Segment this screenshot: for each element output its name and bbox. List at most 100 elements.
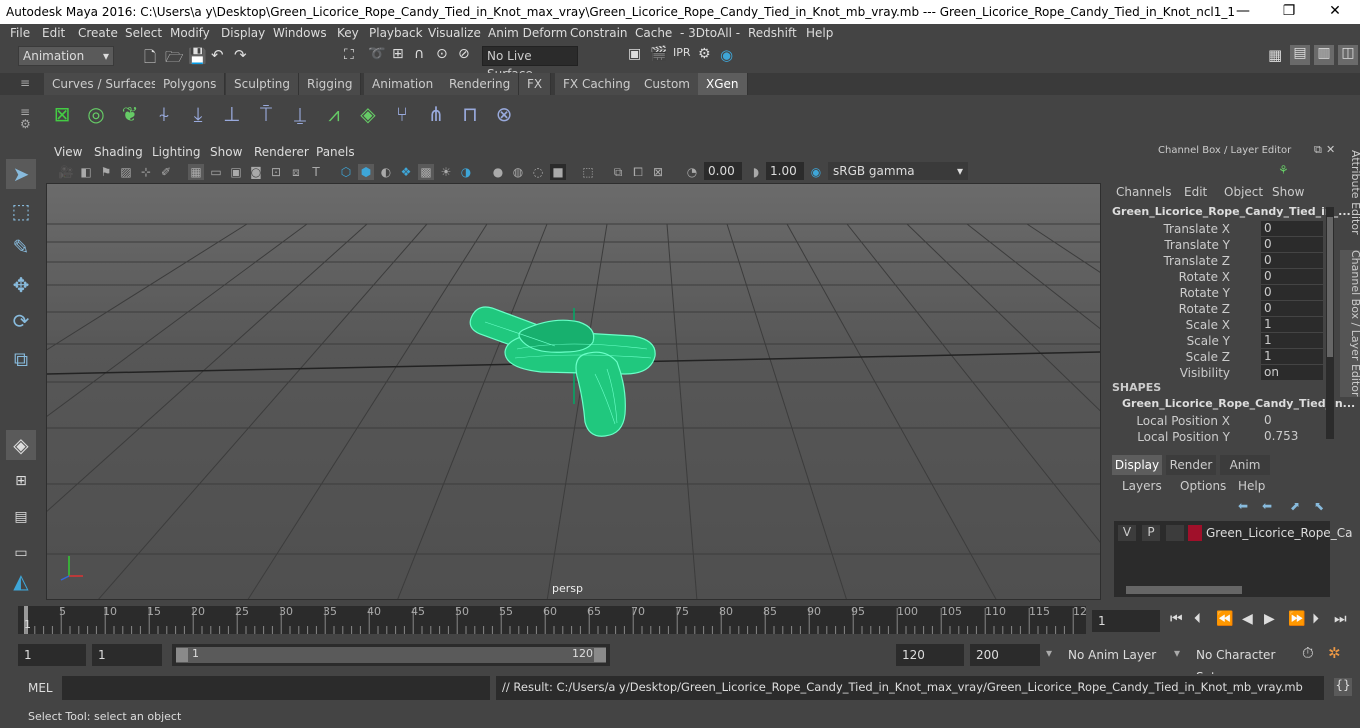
menu-anim-deform[interactable]: Anim Deform (488, 26, 567, 40)
lighting-icon[interactable]: ☀ (438, 164, 454, 180)
tab-polygons[interactable]: Polygons (155, 73, 226, 95)
vp-menu-renderer[interactable]: Renderer (254, 145, 309, 159)
anti-alias-icon[interactable]: ◌ (530, 164, 546, 180)
toggle-attribute-editor-icon[interactable]: ▤ (1290, 45, 1310, 65)
film-gate-icon[interactable]: ▭ (208, 164, 224, 180)
xray-icon[interactable]: ⧉ (610, 164, 626, 180)
step-forward-icon[interactable]: ⏵ (1312, 611, 1319, 627)
exposure-icon[interactable]: ◔ (684, 164, 700, 180)
xray-components-icon[interactable]: ⊠ (650, 164, 666, 180)
wire-on-shaded-icon[interactable]: ◐ (378, 164, 394, 180)
new-layer-icon[interactable]: ⬅ (1238, 499, 1248, 513)
scrollbar-thumb[interactable] (1327, 217, 1333, 357)
groom-brush-icon[interactable]: ⋔ (422, 99, 450, 129)
go-to-end-icon[interactable]: ⏭ (1334, 611, 1347, 627)
menu-help[interactable]: Help (806, 26, 833, 40)
cb-menu-object[interactable]: Object (1224, 185, 1263, 199)
camera-2d-pan-icon[interactable]: ⊹ (138, 164, 154, 180)
vp-menu-lighting[interactable]: Lighting (152, 145, 201, 159)
bookmark-icon[interactable]: ⚑ (98, 164, 114, 180)
cb-menu-edit[interactable]: Edit (1184, 185, 1207, 199)
cb-menu-channels[interactable]: Channels (1116, 185, 1172, 199)
layer-visibility-toggle[interactable]: V (1118, 525, 1136, 541)
vp-menu-view[interactable]: View (54, 145, 82, 159)
lock-guide-icon[interactable]: ⍊ (286, 99, 314, 129)
safe-action-icon[interactable]: ⧈ (288, 164, 304, 180)
channel-row[interactable]: Rotate Y0 (1108, 285, 1336, 301)
script-editor-icon[interactable]: {} (1334, 678, 1352, 696)
shelf-gear-icon[interactable]: ⚙ (20, 117, 31, 131)
snap-grid-icon[interactable]: ⊞ (392, 46, 404, 62)
panel-layout-icon[interactable]: ▭ (6, 538, 36, 568)
move-layer-up-icon[interactable]: ⬈ (1290, 499, 1300, 513)
menu-redshift[interactable]: Redshift (748, 26, 797, 40)
layers-menu-help[interactable]: Help (1238, 479, 1265, 493)
go-to-start-icon[interactable]: ⏮ (1170, 611, 1183, 627)
new-layer-selected-icon[interactable]: ⬅ (1262, 499, 1272, 513)
step-back-key-icon[interactable]: ⏪ (1216, 611, 1233, 627)
vp-menu-panels[interactable]: Panels (316, 145, 355, 159)
command-language-label[interactable]: MEL (28, 681, 53, 695)
select-tool-icon[interactable]: ➤ (6, 159, 36, 189)
tab-rendering[interactable]: Rendering (441, 73, 520, 95)
tab-fx-caching[interactable]: FX Caching (555, 73, 640, 95)
layers-menu-options[interactable]: Options (1180, 479, 1226, 493)
character-set-dropdown[interactable]: No Character Set (1190, 644, 1294, 684)
play-forward-icon[interactable]: ▶ (1264, 611, 1275, 627)
menu-select[interactable]: Select (125, 26, 162, 40)
layers-menu-layers[interactable]: Layers (1122, 479, 1162, 493)
snap-curve-icon[interactable]: ∩ (414, 46, 424, 62)
shape-name[interactable]: Green_Licorice_Rope_Candy_Tied_in... (1122, 397, 1355, 410)
field-chart-icon[interactable]: ⊡ (268, 164, 284, 180)
gamma-field[interactable]: 1.00 (766, 162, 804, 180)
object-name[interactable]: Green_Licorice_Rope_Candy_Tied_in_... (1112, 205, 1351, 218)
auto-key-icon[interactable]: ⏱ (1302, 644, 1314, 662)
tab-xgen[interactable]: XGen (698, 73, 748, 95)
menu-playback[interactable]: Playback (369, 26, 423, 40)
color-space-dropdown[interactable]: sRGB gamma ▾ (828, 162, 968, 180)
ambient-occlusion-icon[interactable]: ● (490, 164, 506, 180)
motion-blur-icon[interactable]: ◍ (510, 164, 526, 180)
menu-windows[interactable]: Windows (273, 26, 327, 40)
exposure-field[interactable]: 0.00 (704, 162, 742, 180)
tab-fx[interactable]: FX (519, 73, 552, 95)
vp-menu-shading[interactable]: Shading (94, 145, 143, 159)
paint-select-icon[interactable]: ✎ (6, 232, 36, 262)
layer-playback-toggle[interactable]: P (1142, 525, 1160, 541)
channel-row[interactable]: Translate Z0 (1108, 253, 1336, 269)
open-scene-icon[interactable]: 🗁 (165, 47, 184, 72)
channel-box-icon[interactable]: ⚘ (1278, 163, 1289, 177)
color-management-icon[interactable]: ◉ (808, 164, 824, 180)
smooth-shade-icon[interactable]: ⬢ (358, 164, 374, 180)
maximize-button[interactable]: ❐ (1266, 0, 1312, 24)
render-view-icon[interactable]: ▣ (628, 46, 641, 62)
grease-pencil-icon[interactable]: ✐ (158, 164, 174, 180)
groom-comb-icon[interactable]: ⊓ (456, 99, 484, 129)
layer-type-toggle[interactable] (1166, 525, 1184, 541)
rotate-tool-icon[interactable]: ⟳ (6, 306, 36, 336)
channel-row[interactable]: Rotate Z0 (1108, 301, 1336, 317)
layer-name[interactable]: Green_Licorice_Rope_Ca (1206, 526, 1352, 540)
add-guide-icon[interactable]: ⍭ (150, 99, 178, 129)
place-guide-icon[interactable]: ⤓ (184, 99, 212, 129)
tab-render[interactable]: Render (1166, 455, 1216, 475)
lasso-tool-icon[interactable]: ⬚ (6, 196, 36, 226)
playback-start-field[interactable]: 1 (92, 644, 162, 666)
channel-row[interactable]: Translate X0 (1108, 221, 1336, 237)
channel-row[interactable]: Rotate X0 (1108, 269, 1336, 285)
menu-create[interactable]: Create (78, 26, 118, 40)
step-back-icon[interactable]: ⏴ (1194, 611, 1201, 627)
menu-file[interactable]: File (10, 26, 30, 40)
workspace-icon[interactable]: ▦ (1268, 46, 1282, 64)
channel-row[interactable]: Local Position X0 (1108, 413, 1336, 429)
tab-sculpting[interactable]: Sculpting (226, 73, 300, 95)
snap-point-icon[interactable]: ⊙ (436, 46, 448, 62)
groom-fork-icon[interactable]: ⑂ (388, 99, 416, 129)
command-input[interactable] (62, 676, 490, 700)
shelf-menu-icon[interactable]: ≡ (20, 76, 30, 90)
perspective-viewport[interactable]: persp (46, 183, 1101, 600)
textured-icon[interactable]: ▩ (418, 164, 434, 180)
tab-custom[interactable]: Custom (636, 73, 699, 95)
ipr-render-icon[interactable]: IPR (673, 46, 691, 59)
move-layer-down-icon[interactable]: ⬉ (1314, 499, 1324, 513)
